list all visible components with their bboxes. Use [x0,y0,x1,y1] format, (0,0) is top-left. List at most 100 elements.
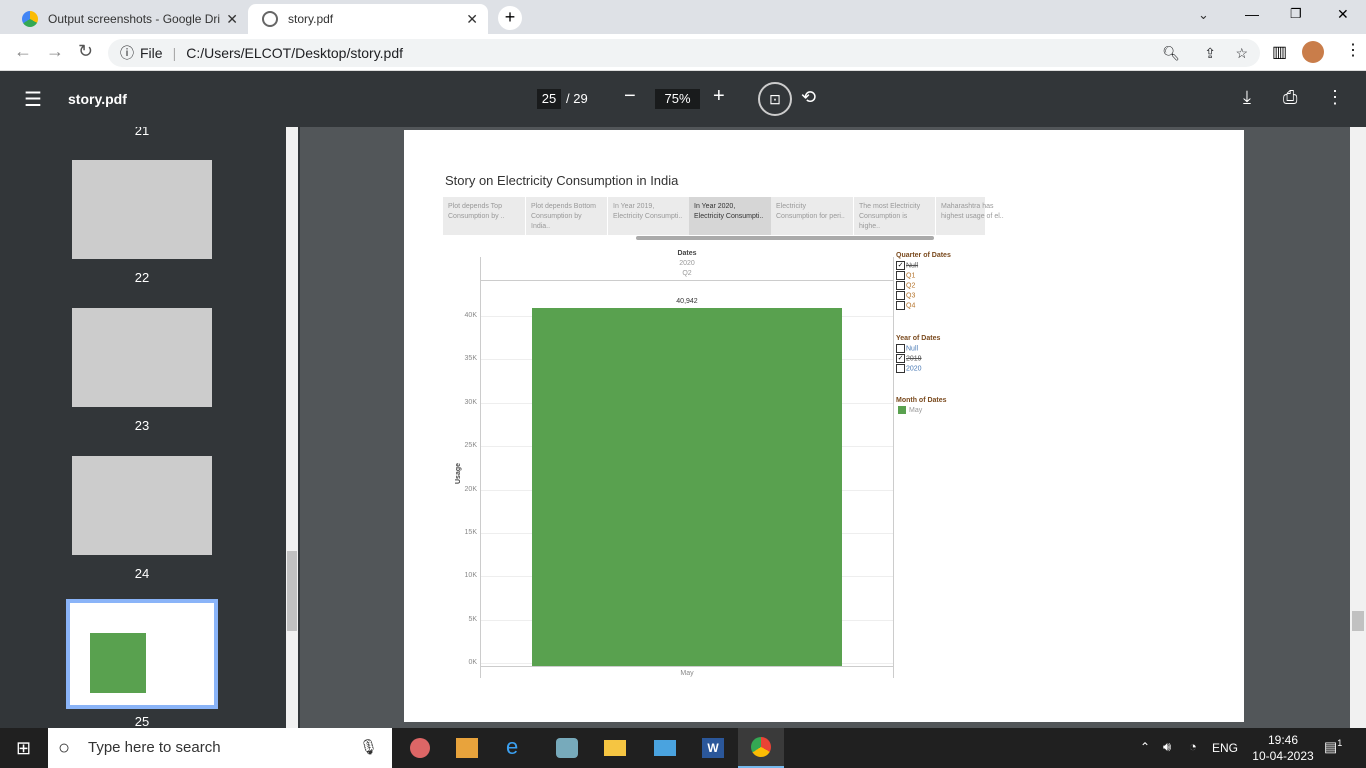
paint-icon[interactable] [556,738,578,758]
sidepanel-icon[interactable]: ▥ [1272,42,1287,62]
story-point-6[interactable]: The most Electricity Consumption is highe… [853,197,934,235]
menu-icon[interactable]: ⋮ [1345,40,1361,60]
url-field[interactable]: ⓘ File | C:/Users/ELCOT/Desktop/story.pd… [108,39,1260,67]
year-filter-item[interactable]: ✓ 2019 [896,354,922,363]
thumbnail-page-22[interactable] [72,160,212,259]
year-filter-item[interactable]: 2020 [896,364,922,373]
header-quarter: Q2 [682,270,692,277]
wifi-icon[interactable]: ◔ [1189,739,1197,754]
story-point-4[interactable]: In Year 2020, Electricity Consumpti.. [689,197,771,235]
story-point-line1: Electricity [776,203,806,210]
share-icon[interactable]: ⇪ [1204,45,1216,62]
volume-icon[interactable]: 🔊︎ [1163,739,1171,755]
tray-chevron-icon[interactable]: ⌃ [1140,740,1150,754]
forward-button[interactable]: → [46,41,64,62]
quarter-filter-item[interactable]: Q3 [896,291,915,300]
story-point-line1: Plot depends Top [448,203,502,210]
main-scrollbar[interactable] [1350,127,1366,728]
zoom-input[interactable]: 75% [655,89,700,109]
download-button[interactable]: ⤓ [1243,87,1251,108]
close-tab-icon[interactable]: ✕ [466,11,478,28]
story-point-1[interactable]: Plot depends Top Consumption by .. [443,197,524,235]
quarter-filter-item[interactable]: Q2 [896,281,915,290]
checkbox-label: 2020 [906,365,922,373]
minimize-button[interactable]: — [1245,6,1259,22]
story-point-5[interactable]: Electricity Consumption for peri.. [771,197,852,235]
quarter-filter-item[interactable]: Q4 [896,301,915,310]
month-filter-title: Month of Dates [896,397,947,404]
legend-label: May [909,406,923,414]
microphone-icon[interactable]: 🎙︎ [359,728,378,768]
checkbox[interactable]: ✓ [896,354,905,363]
notification-count: 1 [1337,738,1343,748]
tab-search-icon[interactable]: ⌄ [1198,7,1209,23]
story-point-7[interactable]: Maharashtra has highest usage of el.. [935,197,1016,235]
thumb-label: 21 [134,127,150,138]
page-number-input[interactable]: 25 [537,89,561,109]
story-point-line2: Consumption by .. [448,213,505,220]
file-explorer-icon[interactable] [604,740,626,756]
story-point-3[interactable]: In Year 2019, Electricity Consumpti.. [607,197,688,235]
hamburger-icon[interactable]: ☰ [24,87,42,112]
back-button[interactable]: ← [14,41,32,62]
sidebar-scrollbar[interactable] [286,127,298,728]
store-icon[interactable] [456,738,478,758]
tab-story-pdf[interactable]: story.pdf ✕ [248,4,488,34]
tab-title: Output screenshots - Google Dri [48,12,221,26]
story-point-line1: Maharashtra has [941,203,994,210]
thumbnail-page-23[interactable] [72,308,212,407]
globe-icon [262,11,278,27]
word-icon[interactable]: W [702,738,724,758]
rotate-button[interactable]: ⟲ [801,87,816,108]
chrome-taskbar-button[interactable] [738,728,784,768]
close-tab-icon[interactable]: ✕ [226,11,238,28]
checkbox[interactable] [896,281,905,290]
bar-may[interactable] [532,307,842,666]
edge-icon[interactable]: e [506,734,518,760]
checkbox-label: Q3 [906,292,916,300]
tab-google-drive[interactable]: Output screenshots - Google Dri ✕ [8,4,248,34]
windows-start-icon[interactable]: ⊞ [16,738,31,759]
reload-button[interactable]: ↻ [78,41,93,62]
more-options-button[interactable]: ⋮ [1326,87,1344,108]
url-text: C:/Users/ELCOT/Desktop/story.pdf [186,45,404,61]
notifications-icon[interactable]: ▤1 [1324,738,1342,756]
thumbnail-sidebar: 21 22 23 24 25 [0,127,300,728]
thumb-label: 23 [134,418,150,433]
clock-time[interactable]: 19:46 [1255,733,1311,747]
fit-page-button[interactable]: ⊡ [758,82,792,116]
thumbnail-page-24[interactable] [72,456,212,555]
media-app-icon[interactable] [410,738,430,758]
close-window-button[interactable]: ✕ [1337,6,1349,23]
checkbox[interactable] [896,271,905,280]
laptop-app-icon[interactable] [654,740,676,756]
navigator-scrollbar[interactable] [636,236,934,240]
checkbox[interactable] [896,344,905,353]
print-button[interactable]: ⎙ [1283,87,1297,108]
story-point-line2: Consumption for peri.. [776,213,845,220]
year-filter-item[interactable]: Null [896,344,918,353]
month-filter-item[interactable]: May [896,406,922,414]
story-point-line2: Consumption by India.. [531,213,582,230]
checkbox[interactable]: ✓ [896,261,905,270]
header-year: 2020 [679,260,695,267]
y-tick-label: 40K [464,312,477,319]
thumbnail-page-25[interactable] [66,599,218,709]
checkbox[interactable] [896,301,905,310]
restore-button[interactable]: ❐ [1290,6,1302,22]
new-tab-button[interactable]: + [498,6,522,30]
zoom-out-button[interactable]: − [624,85,636,108]
story-point-2[interactable]: Plot depends Bottom Consumption by India.… [525,197,606,235]
checkbox[interactable] [896,291,905,300]
clock-date[interactable]: 10-04-2023 [1250,749,1316,763]
quarter-filter-item[interactable]: Q1 [896,271,915,280]
language-indicator[interactable]: ENG [1212,741,1238,755]
zoom-in-button[interactable]: + [713,85,725,108]
taskbar-search-input[interactable]: ○ Type here to search 🎙︎ [48,728,392,768]
checkbox-label: Null [906,345,919,353]
avatar[interactable] [1302,41,1324,63]
checkbox[interactable] [896,364,905,373]
quarter-filter-item[interactable]: ✓ Null [896,261,918,270]
zoom-icon[interactable]: 🔍︎ [1162,45,1180,62]
bookmark-star-icon[interactable]: ☆ [1235,45,1248,62]
